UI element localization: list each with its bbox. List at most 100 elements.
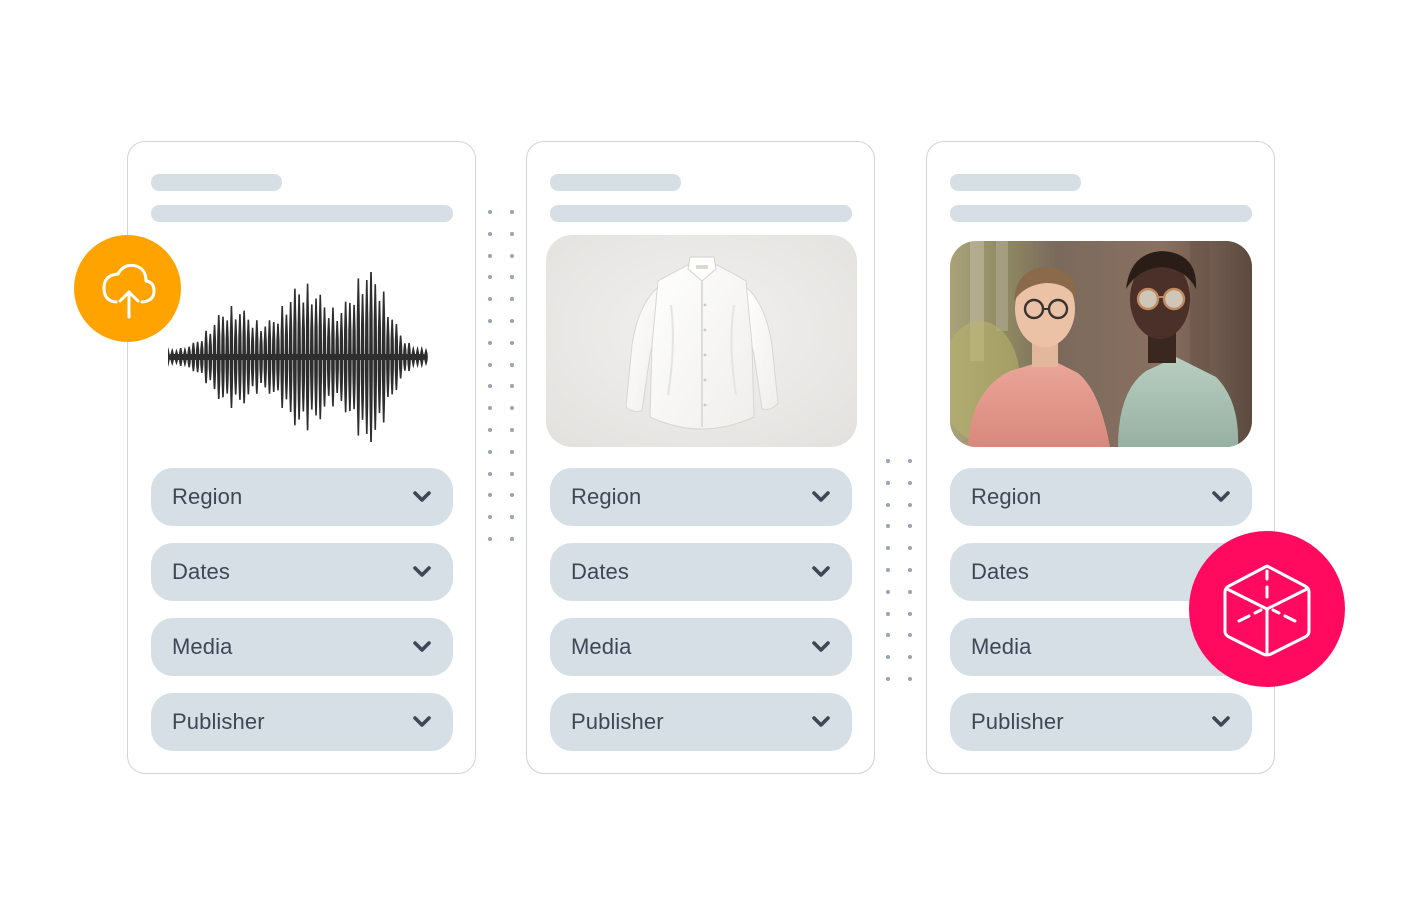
connector-dot [488, 515, 492, 520]
connector-dot [510, 406, 514, 411]
connector-dot [886, 655, 890, 660]
title-placeholder [550, 174, 681, 191]
connector-dot [488, 384, 492, 389]
connector-dot [510, 471, 514, 476]
connector-dot [488, 297, 492, 302]
product-image-card: Region Dates Media Publisher [526, 141, 875, 774]
waveform-icon [166, 268, 428, 446]
publisher-dropdown[interactable]: Publisher [151, 693, 453, 751]
connector-dot [886, 524, 890, 529]
connector-dot [488, 428, 492, 432]
connector-dot [908, 524, 912, 529]
chevron-down-icon [412, 715, 432, 729]
connector-dot [510, 537, 514, 541]
subtitle-placeholder [151, 205, 453, 222]
connector-dot [908, 611, 912, 616]
dropdown-label: Media [172, 634, 233, 659]
title-placeholder [950, 174, 1081, 191]
dropdown-label: Publisher [172, 709, 265, 734]
connector-dot [488, 493, 492, 498]
connector-dot [488, 231, 492, 236]
connector-dot [488, 210, 492, 214]
connector-dot [908, 502, 912, 507]
connector-dot [510, 449, 514, 454]
connector-dot [510, 340, 514, 345]
connector-dot [886, 546, 890, 551]
chevron-down-icon [1211, 715, 1231, 729]
chevron-down-icon [412, 490, 432, 504]
connector-dot [510, 319, 514, 323]
chevron-down-icon [811, 565, 831, 579]
dropdown-label: Region [971, 484, 1042, 509]
3d-model-badge[interactable] [1189, 531, 1345, 687]
connector-dot [908, 546, 912, 551]
connector-dot [886, 502, 890, 507]
connector-dot [510, 428, 514, 432]
connector-dot [488, 340, 492, 345]
dropdown-label: Media [571, 634, 632, 659]
upload-badge[interactable] [74, 235, 181, 342]
people-image-card: Region Dates Media Publisher [926, 141, 1275, 774]
audio-waveform [166, 268, 438, 446]
dropdown-label: Media [971, 634, 1032, 659]
region-dropdown[interactable]: Region [550, 468, 852, 526]
connector-dot [488, 362, 492, 367]
region-dropdown[interactable]: Region [950, 468, 1252, 526]
connector-dot [886, 459, 890, 463]
people-photo [950, 241, 1252, 447]
shirt-image [546, 235, 857, 447]
connector-dot [886, 480, 890, 485]
connector-dot [488, 253, 492, 258]
waveform-baseline [168, 354, 426, 360]
subtitle-placeholder [550, 205, 852, 222]
dates-dropdown[interactable]: Dates [151, 543, 453, 601]
title-placeholder [151, 174, 282, 191]
chevron-down-icon [811, 715, 831, 729]
people-illustration [950, 241, 1252, 447]
chevron-down-icon [412, 640, 432, 654]
connector-dot [886, 568, 890, 572]
connector-dot [510, 297, 514, 302]
publisher-dropdown[interactable]: Publisher [950, 693, 1252, 751]
media-dropdown[interactable]: Media [550, 618, 852, 676]
dropdown-label: Dates [971, 559, 1029, 584]
dropdown-label: Publisher [571, 709, 664, 734]
connector-dot [488, 537, 492, 541]
connector-dot [908, 677, 912, 681]
connector-dot [510, 210, 514, 214]
dropdown-label: Dates [571, 559, 629, 584]
dropdown-label: Region [571, 484, 642, 509]
audio-card: Region Dates Media Publisher [127, 141, 476, 774]
connector-dot [908, 480, 912, 485]
publisher-dropdown[interactable]: Publisher [550, 693, 852, 751]
chevron-down-icon [811, 640, 831, 654]
chevron-down-icon [412, 565, 432, 579]
connector-dot [886, 677, 890, 681]
connector-dot [908, 589, 912, 594]
connector-dot [886, 589, 890, 594]
connector-dot [510, 231, 514, 236]
connector-dot [908, 655, 912, 660]
dates-dropdown[interactable]: Dates [550, 543, 852, 601]
connector-dot [886, 633, 890, 638]
connector-dot [510, 515, 514, 520]
chevron-down-icon [811, 490, 831, 504]
subtitle-placeholder [950, 205, 1252, 222]
connector-dot [886, 611, 890, 616]
connector-dot [908, 633, 912, 638]
connector-dot [510, 384, 514, 389]
connector-dot [488, 319, 492, 323]
connector-dot [488, 471, 492, 476]
3d-cube-icon [1223, 564, 1311, 657]
dropdown-label: Dates [172, 559, 230, 584]
connector-dot [510, 275, 514, 280]
connector-dot [510, 493, 514, 498]
dropdown-label: Region [172, 484, 243, 509]
connector-dot [908, 459, 912, 463]
media-dropdown[interactable]: Media [151, 618, 453, 676]
chevron-down-icon [1211, 490, 1231, 504]
region-dropdown[interactable]: Region [151, 468, 453, 526]
connector-dot [510, 362, 514, 367]
connector-dot [510, 253, 514, 258]
dropdown-label: Publisher [971, 709, 1064, 734]
